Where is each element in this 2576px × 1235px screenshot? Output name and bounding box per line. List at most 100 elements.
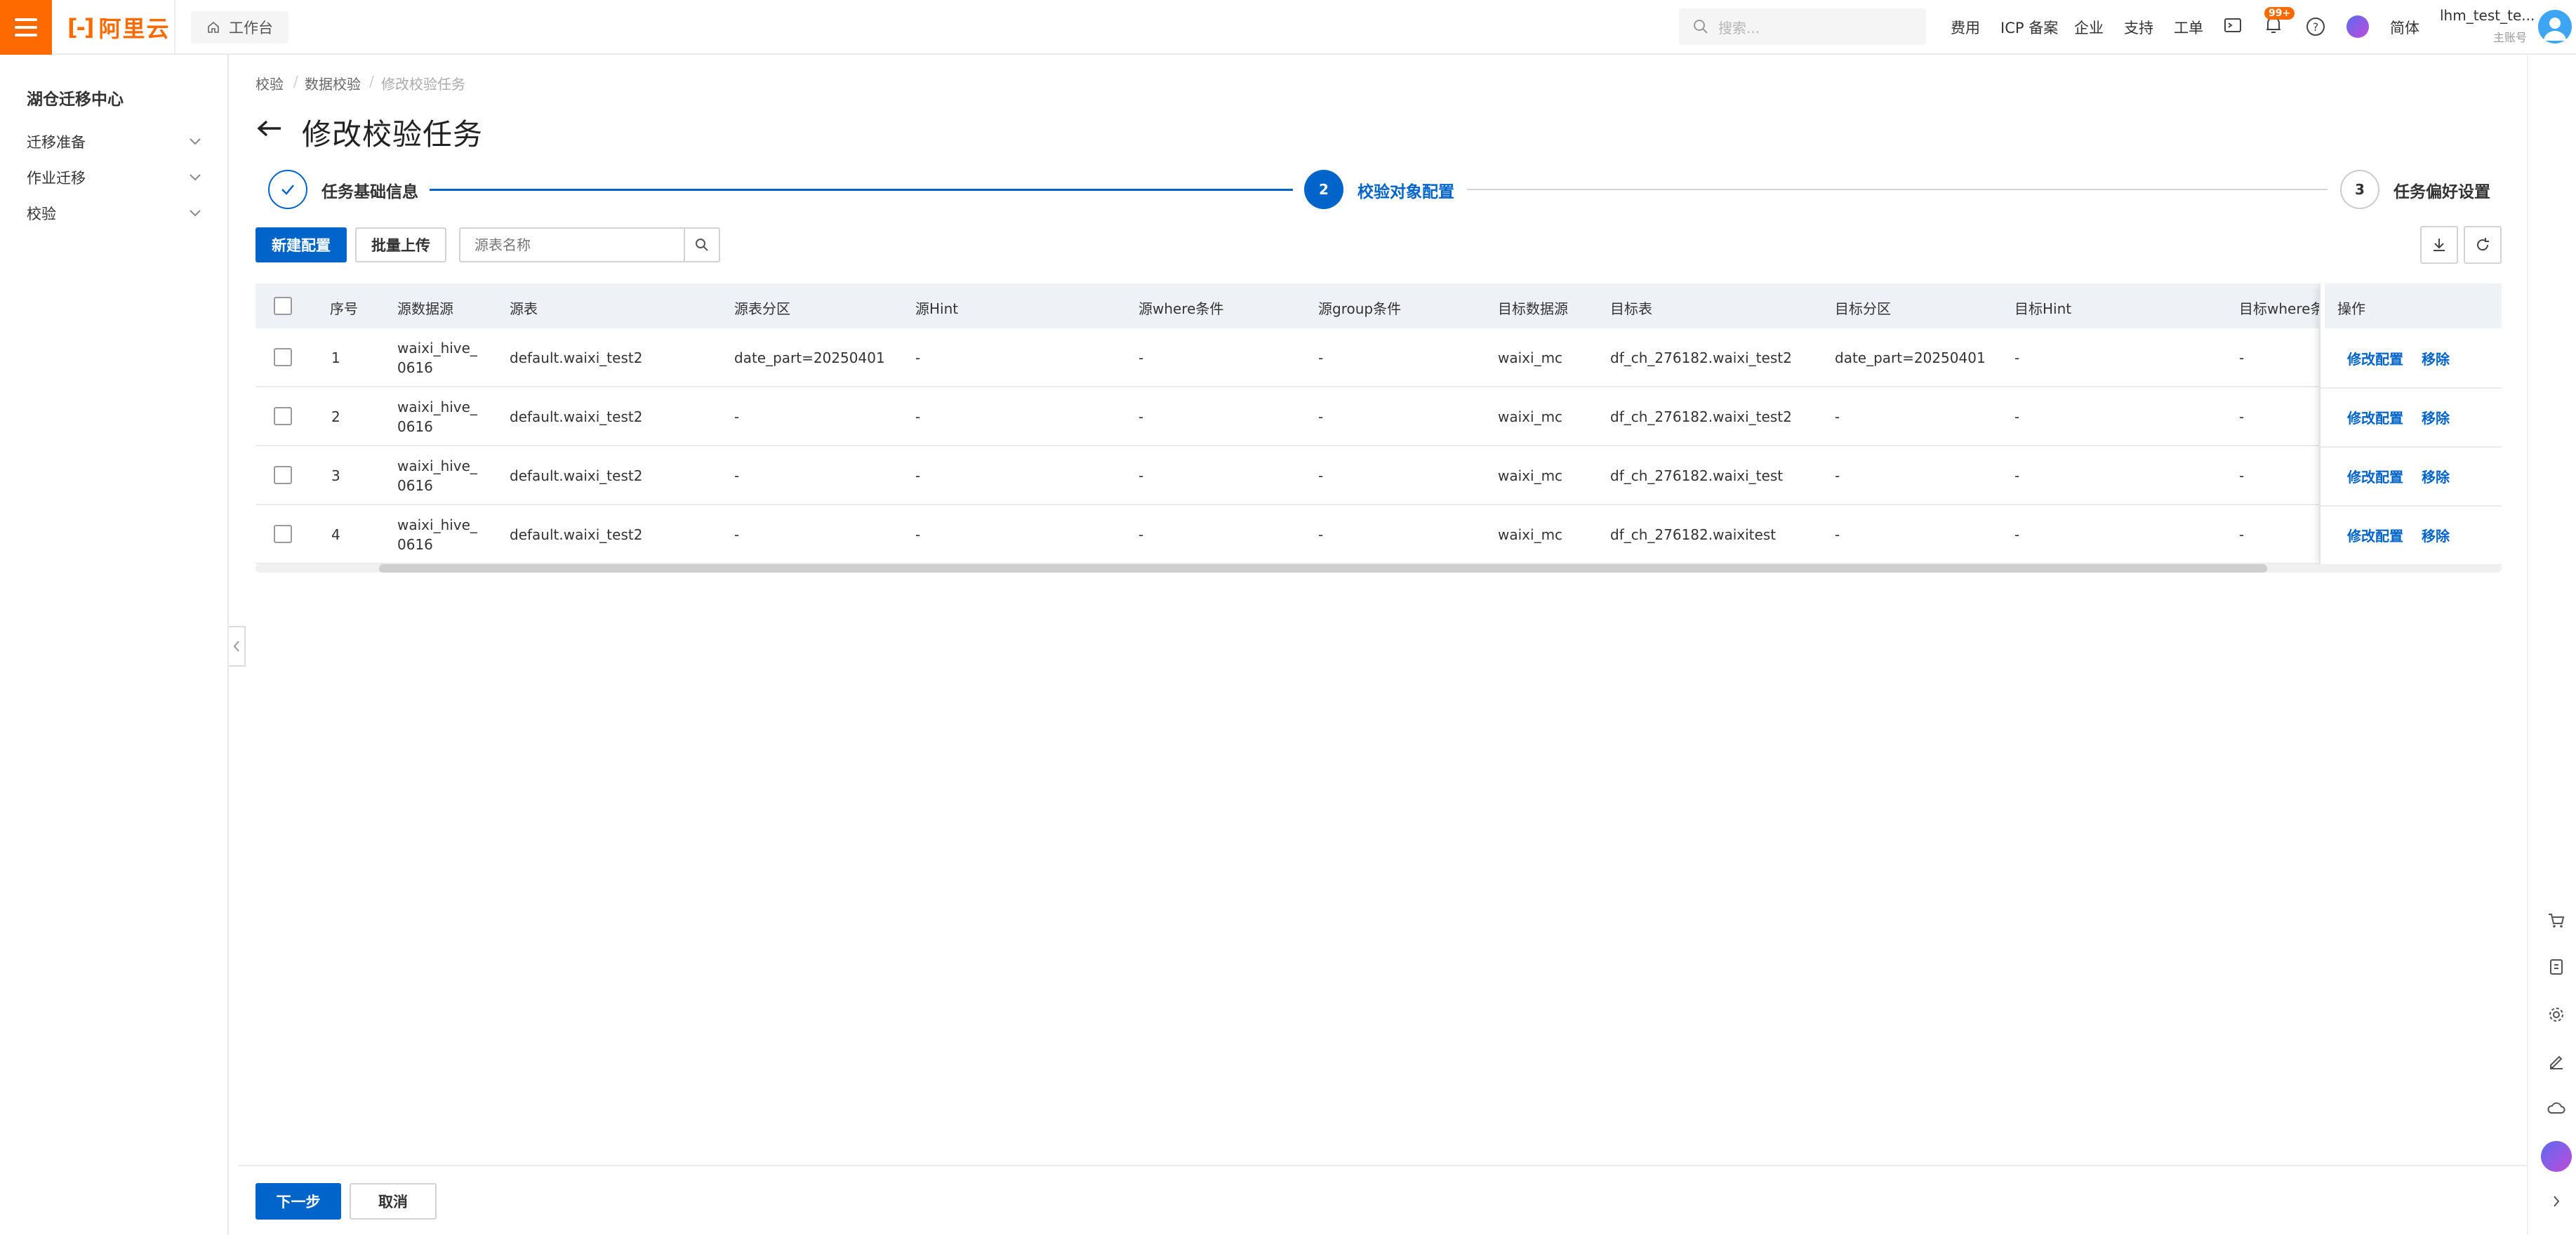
logo-mark: [-]: [67, 14, 95, 41]
breadcrumb-validation[interactable]: 校验: [255, 73, 284, 93]
edit-config-link[interactable]: 修改配置: [2347, 525, 2403, 545]
step-connector: [430, 189, 1293, 191]
remove-link[interactable]: 移除: [2422, 525, 2450, 545]
cell-dst-where: -: [2239, 526, 2245, 543]
edit-config-link[interactable]: 修改配置: [2347, 407, 2403, 427]
ai-assistant-float-icon[interactable]: [2541, 1141, 2572, 1172]
select-all-checkbox[interactable]: [274, 297, 292, 315]
breadcrumb-data-validation[interactable]: 数据校验: [305, 73, 361, 93]
aliyun-logo[interactable]: [-] 阿里云: [67, 14, 171, 42]
step-connector: [1467, 189, 2328, 190]
col-header-dst-where: 目标where条件: [2239, 300, 2321, 317]
horizontal-scrollbar[interactable]: [255, 564, 2502, 573]
hamburger-menu-icon[interactable]: [0, 0, 52, 55]
download-button[interactable]: [2420, 226, 2458, 264]
cell-no: 1: [331, 349, 340, 366]
bulk-upload-button[interactable]: 批量上传: [355, 227, 446, 262]
cell-dst-datasource: waixi_mc: [1498, 408, 1563, 425]
cell-src-datasource: waixi_hive_ 0616: [397, 458, 477, 494]
document-icon[interactable]: [2542, 953, 2570, 981]
cell-dst-partition: date_part=20250401: [1835, 349, 1986, 366]
nav-support[interactable]: 支持: [2124, 17, 2153, 38]
row-checkbox[interactable]: [274, 348, 292, 366]
ai-assistant-icon[interactable]: [2346, 15, 2369, 38]
table-row: 2 waixi_hive_ 0616 default.waixi_test2 -…: [255, 387, 2502, 446]
cell-dst-hint: -: [2014, 408, 2020, 425]
user-role: 主账号: [2492, 31, 2527, 44]
sidebar-collapse-button[interactable]: [229, 626, 246, 667]
next-step-button[interactable]: 下一步: [255, 1183, 341, 1220]
scrollbar-thumb[interactable]: [379, 564, 2267, 573]
cell-dst-table: df_ch_276182.waixitest: [1610, 526, 1777, 543]
cell-src-group: -: [1318, 408, 1324, 425]
terminal-icon[interactable]: [2224, 17, 2242, 36]
cell-src-table: default.waixi_test2: [510, 408, 643, 425]
cell-src-table: default.waixi_test2: [510, 526, 643, 543]
user-info[interactable]: lhm_test_te... 主账号: [2440, 7, 2535, 45]
nav-ticket[interactable]: 工单: [2174, 17, 2203, 38]
gear-icon[interactable]: [2542, 1001, 2570, 1029]
cell-dst-table: df_ch_276182.waixi_test2: [1610, 349, 1792, 366]
col-header-src-datasource: 源数据源: [397, 300, 453, 317]
step-1-circle: [268, 170, 307, 209]
home-icon: [208, 21, 219, 33]
refresh-button[interactable]: [2464, 226, 2502, 264]
config-table: 序号 源数据源 源表 源表分区 源Hint 源where条件 源group条件 …: [255, 283, 2502, 574]
cloud-icon[interactable]: [2542, 1095, 2570, 1123]
remove-link[interactable]: 移除: [2422, 407, 2450, 427]
new-config-button[interactable]: 新建配置: [255, 227, 347, 262]
edit-config-link[interactable]: 修改配置: [2347, 348, 2403, 368]
global-search-input[interactable]: 搜索...: [1679, 8, 1926, 45]
divider: [239, 1165, 2527, 1166]
source-table-search-input[interactable]: [460, 229, 684, 261]
nav-enterprise[interactable]: 企业: [2074, 17, 2104, 38]
step-1-label: 任务基础信息: [321, 183, 418, 201]
language-switch[interactable]: 简体: [2390, 17, 2419, 38]
cell-src-hint: -: [915, 526, 921, 543]
cell-src-datasource: waixi_hive_ 0616: [397, 516, 477, 553]
user-name: lhm_test_te...: [2440, 7, 2535, 24]
nav-icp[interactable]: ICP 备案: [2000, 17, 2058, 38]
step-2-label: 校验对象配置: [1357, 183, 1454, 201]
row-checkbox[interactable]: [274, 525, 292, 543]
table-row: 4 waixi_hive_ 0616 default.waixi_test2 -…: [255, 505, 2502, 564]
step-3-circle: 3: [2340, 170, 2379, 209]
sidebar-item-validation[interactable]: 校验: [27, 201, 202, 226]
search-button[interactable]: [684, 229, 719, 261]
col-header-src-hint: 源Hint: [915, 300, 959, 317]
help-icon[interactable]: ?: [2306, 17, 2325, 39]
cell-dst-hint: -: [2014, 467, 2020, 484]
chevron-right-icon[interactable]: [2542, 1187, 2570, 1215]
search-icon: [1694, 20, 1708, 34]
breadcrumb-current: 修改校验任务: [381, 76, 465, 93]
download-icon: [2434, 239, 2445, 251]
back-arrow-icon[interactable]: [255, 118, 284, 142]
cell-src-where: -: [1138, 349, 1144, 366]
col-header-src-where: 源where条件: [1138, 300, 1224, 317]
table-row: 1 waixi_hive_ 0616 default.waixi_test2 d…: [255, 328, 2502, 387]
remove-link[interactable]: 移除: [2422, 466, 2450, 486]
remove-link[interactable]: 移除: [2422, 348, 2450, 368]
nav-fees[interactable]: 费用: [1951, 17, 1980, 38]
cell-src-group: -: [1318, 349, 1324, 366]
divider: [2321, 446, 2502, 448]
cancel-button[interactable]: 取消: [350, 1183, 437, 1220]
search-placeholder: 搜索...: [1718, 19, 1760, 36]
cell-src-group: -: [1318, 526, 1324, 543]
edit-icon[interactable]: [2542, 1047, 2570, 1075]
cell-src-partition: -: [734, 467, 740, 484]
cart-icon[interactable]: [2542, 907, 2570, 935]
workbench-button[interactable]: 工作台: [191, 11, 288, 44]
cell-src-partition: -: [734, 526, 740, 543]
col-header-dst-partition: 目标分区: [1835, 300, 1891, 317]
cell-src-group: -: [1318, 467, 1324, 484]
cell-dst-datasource: waixi_mc: [1498, 526, 1563, 543]
sidebar: [0, 55, 229, 1235]
sidebar-item-migration-prep[interactable]: 迁移准备: [27, 129, 202, 154]
sidebar-item-job-migration[interactable]: 作业迁移: [27, 165, 202, 190]
divider: [2527, 55, 2528, 1235]
row-checkbox[interactable]: [274, 407, 292, 425]
avatar[interactable]: [2538, 10, 2572, 44]
row-checkbox[interactable]: [274, 466, 292, 484]
edit-config-link[interactable]: 修改配置: [2347, 466, 2403, 486]
